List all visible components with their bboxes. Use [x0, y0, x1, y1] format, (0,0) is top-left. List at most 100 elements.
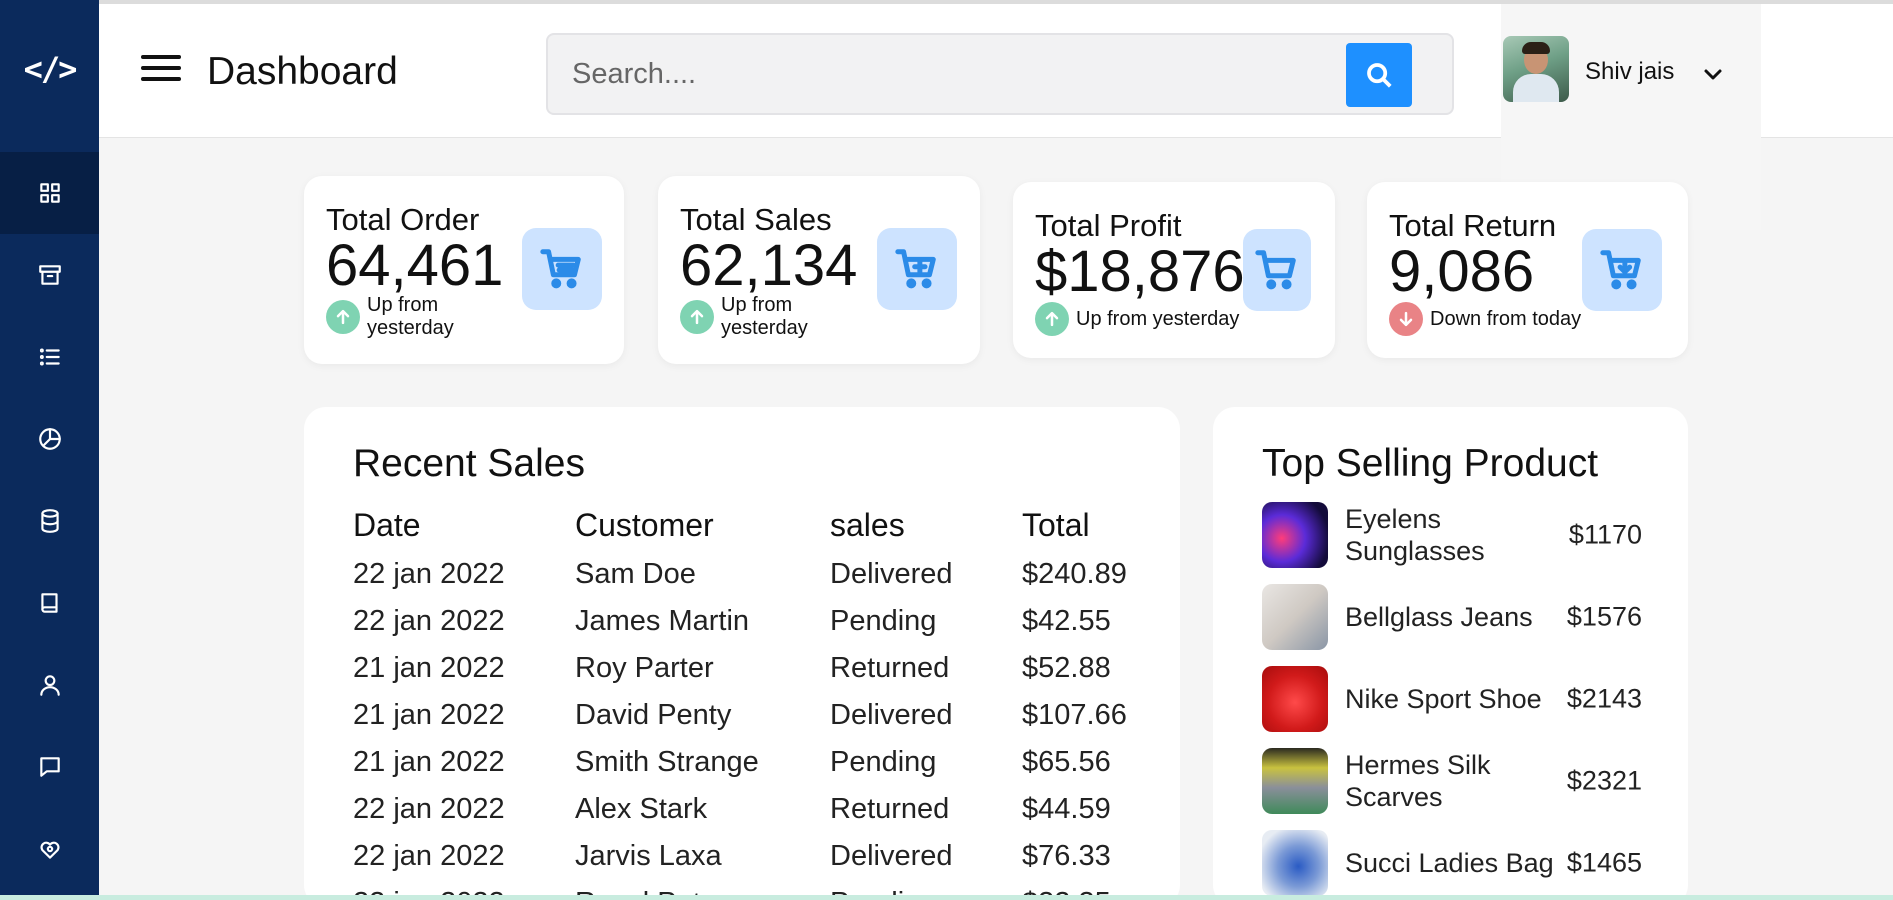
column-header-sales: sales	[830, 506, 905, 543]
cell-customer: Sam Doe	[575, 558, 696, 590]
cell-date: 21 jan 2022	[353, 652, 505, 684]
product-price: $1170	[1568, 519, 1642, 550]
stat-value: 62,134	[680, 233, 858, 298]
sidebar-item-messages[interactable]	[0, 726, 99, 808]
cell-status: Returned	[830, 793, 950, 825]
cell-status: Delivered	[830, 840, 953, 872]
bottom-divider	[0, 895, 1893, 900]
dashboard-grid-icon	[39, 183, 60, 203]
cart-icon	[540, 249, 581, 289]
cell-date: 22 jan 2022	[353, 840, 505, 872]
menu-icon[interactable]	[141, 55, 181, 87]
chevron-down-icon[interactable]	[1701, 62, 1725, 86]
product-item[interactable]: Eyelens Sunglasses $1170	[1262, 502, 1642, 568]
sidebar-item-archive[interactable]	[0, 234, 99, 316]
cell-customer: David Penty	[575, 699, 732, 731]
database-icon	[40, 509, 59, 533]
cell-total: $65.56	[1022, 746, 1111, 778]
cell-status: Returned	[830, 652, 950, 684]
product-item[interactable]: Succi Ladies Bag $1465	[1262, 830, 1642, 896]
chat-icon	[39, 757, 60, 777]
product-image-sunglasses	[1262, 502, 1328, 568]
arrow-up-icon	[1035, 302, 1069, 336]
column-header-customer: Customer	[575, 506, 714, 543]
cell-customer: Smith Strange	[575, 746, 759, 778]
stat-card-total-profit: Total Profit $18,876 Up from yesterday	[1013, 182, 1335, 358]
product-price: $1576	[1566, 601, 1642, 632]
search-bar	[546, 33, 1454, 115]
sidebar-item-analytics[interactable]	[0, 398, 99, 480]
cell-customer: Alex Stark	[575, 793, 708, 825]
stat-trend: Up from yesterday	[1035, 302, 1239, 336]
product-item[interactable]: Nike Sport Shoe $2143	[1262, 666, 1642, 732]
stat-trend-text: Up from yesterday	[721, 294, 808, 339]
cell-status: Delivered	[830, 699, 953, 731]
table-row[interactable]: 21 jan 2022 David Penty Delivered $107.66	[353, 692, 1152, 739]
search-button[interactable]	[1346, 43, 1412, 107]
product-name: Succi Ladies Bag	[1345, 848, 1554, 878]
cart-icon-box	[1582, 229, 1662, 311]
product-price: $2143	[1566, 683, 1642, 714]
cell-date: 22 jan 2022	[353, 793, 505, 825]
cell-date: 22 jan 2022	[353, 605, 505, 637]
product-item[interactable]: Hermes Silk Scarves $2321	[1262, 748, 1642, 814]
avatar[interactable]	[1503, 36, 1569, 102]
arrow-up-icon	[326, 300, 360, 334]
stat-trend: Up from yesterday	[326, 294, 477, 340]
stat-trend-text: Down from today	[1430, 307, 1582, 330]
sidebar-item-list[interactable]	[0, 316, 99, 398]
cell-customer: Jarvis Laxa	[575, 840, 722, 872]
product-image-shoe	[1262, 666, 1328, 732]
arrow-down-icon	[1389, 302, 1423, 336]
sidebar-item-database[interactable]	[0, 480, 99, 562]
table-row[interactable]: 22 jan 2022 Jarvis Laxa Delivered $76.33	[353, 833, 1152, 880]
stat-value: 64,461	[326, 233, 504, 298]
archive-box-icon	[38, 265, 61, 285]
stat-trend: Down from today	[1389, 302, 1581, 336]
product-image-bag	[1262, 830, 1328, 896]
sidebar-item-settings[interactable]	[0, 808, 99, 890]
table-row[interactable]: 22 jan 2022 James Martin Pending $42.55	[353, 598, 1152, 645]
stat-trend-text: Up from yesterday	[1076, 307, 1240, 330]
search-input[interactable]	[572, 54, 1332, 94]
product-item[interactable]: Bellglass Jeans $1576	[1262, 584, 1642, 650]
product-name: Bellglass Jeans	[1345, 602, 1533, 632]
cart-download-icon	[1600, 250, 1641, 290]
arrow-up-icon	[680, 300, 714, 334]
product-image-scarves	[1262, 748, 1328, 814]
cell-total: $107.66	[1022, 699, 1127, 731]
logo[interactable]: </>	[0, 0, 99, 138]
table-row[interactable]: 22 jan 2022 Alex Stark Returned $44.59	[353, 786, 1152, 833]
pie-chart-icon	[38, 428, 61, 450]
cell-customer: Roy Parter	[575, 652, 714, 684]
recent-sales-panel: Recent Sales Date Customer sales Total 2…	[304, 407, 1180, 900]
sidebar: </>	[0, 0, 99, 900]
table-row[interactable]: 22 jan 2022 Sam Doe Delivered $240.89	[353, 551, 1152, 598]
cell-date: 21 jan 2022	[353, 699, 505, 731]
product-price: $1465	[1566, 847, 1642, 878]
table-header-row: Date Customer sales Total	[353, 499, 1152, 551]
cell-total: $44.59	[1022, 793, 1111, 825]
top-products-panel: Top Selling Product Eyelens Sunglasses $…	[1213, 407, 1688, 900]
recent-sales-table: Date Customer sales Total 22 jan 2022 Sam…	[353, 499, 1152, 900]
product-name: Eyelens Sunglasses	[1345, 504, 1485, 566]
sidebar-item-book[interactable]	[0, 562, 99, 644]
stat-trend: Up from yesterday	[680, 294, 831, 340]
stat-value: 9,086	[1389, 239, 1535, 304]
search-icon	[1367, 63, 1392, 88]
sidebar-item-users[interactable]	[0, 644, 99, 726]
cart-icon-box	[877, 228, 957, 310]
table-row[interactable]: 21 jan 2022 Smith Strange Pending $65.56	[353, 739, 1152, 786]
cell-date: 21 jan 2022	[353, 746, 505, 778]
stat-card-total-sales: Total Sales 62,134 Up from yesterday	[658, 176, 980, 364]
table-row[interactable]: 21 jan 2022 Roy Parter Returned $52.88	[353, 645, 1152, 692]
product-name: Nike Sport Shoe	[1345, 684, 1542, 714]
cell-total: $240.89	[1022, 558, 1127, 590]
sidebar-item-dashboard[interactable]	[0, 152, 99, 234]
stat-card-total-order: Total Order 64,461 Up from yesterday	[304, 176, 624, 364]
stat-trend-text: Up from yesterday	[367, 294, 454, 339]
cell-status: Pending	[830, 605, 937, 637]
stat-card-total-return: Total Return 9,086 Down from today	[1367, 182, 1688, 358]
cell-total: $76.33	[1022, 840, 1111, 872]
cell-status: Pending	[830, 746, 937, 778]
